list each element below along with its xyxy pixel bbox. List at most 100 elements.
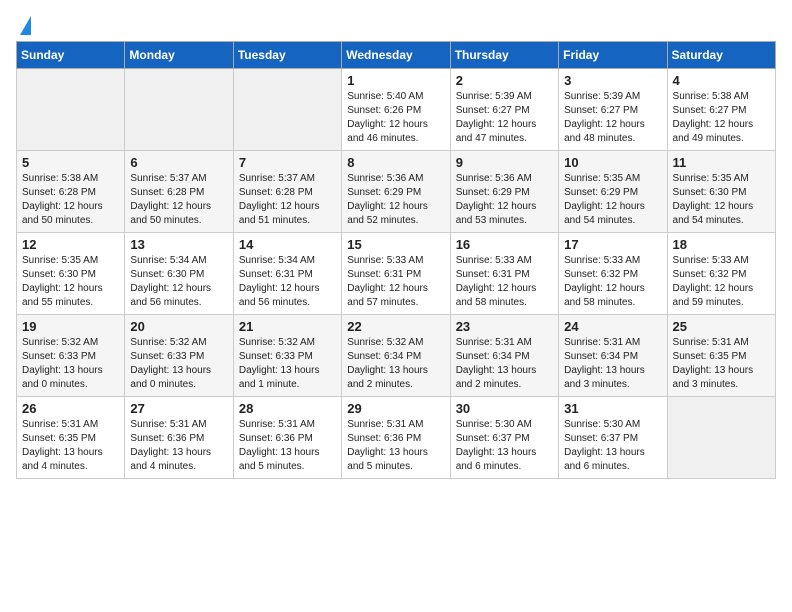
- day-info: Sunrise: 5:32 AM Sunset: 6:33 PM Dayligh…: [22, 336, 119, 392]
- day-info: Sunrise: 5:35 AM Sunset: 6:29 PM Dayligh…: [564, 172, 661, 228]
- calendar-week-row: 12Sunrise: 5:35 AM Sunset: 6:30 PM Dayli…: [17, 233, 776, 315]
- day-number: 5: [22, 155, 119, 170]
- day-number: 26: [22, 401, 119, 416]
- day-info: Sunrise: 5:32 AM Sunset: 6:33 PM Dayligh…: [130, 336, 227, 392]
- day-info: Sunrise: 5:31 AM Sunset: 6:34 PM Dayligh…: [564, 336, 661, 392]
- day-number: 16: [456, 237, 553, 252]
- calendar-cell: 26Sunrise: 5:31 AM Sunset: 6:35 PM Dayli…: [17, 397, 125, 479]
- calendar-cell: 22 Sunrise: 5:32 AM Sunset: 6:34 PM Dayli…: [342, 315, 450, 397]
- day-number: 31: [564, 401, 661, 416]
- calendar-cell: 3 Sunrise: 5:39 AM Sunset: 6:27 PM Daylig…: [559, 69, 667, 151]
- day-info: Sunrise: 5:31 AM Sunset: 6:36 PM Dayligh…: [347, 418, 444, 474]
- day-number: 1: [347, 73, 444, 88]
- calendar-cell: [17, 69, 125, 151]
- calendar-cell: 19 Sunrise: 5:32 AM Sunset: 6:33 PM Dayli…: [17, 315, 125, 397]
- calendar-cell: 9Sunrise: 5:36 AM Sunset: 6:29 PM Daylig…: [450, 151, 558, 233]
- calendar-cell: 30 Sunrise: 5:30 AM Sunset: 6:37 PM Dayli…: [450, 397, 558, 479]
- page-header: [16, 16, 776, 31]
- day-number: 13: [130, 237, 227, 252]
- day-number: 17: [564, 237, 661, 252]
- day-number: 21: [239, 319, 336, 334]
- day-number: 20: [130, 319, 227, 334]
- calendar-cell: 13 Sunrise: 5:34 AM Sunset: 6:30 PM Dayli…: [125, 233, 233, 315]
- calendar-cell: 20 Sunrise: 5:32 AM Sunset: 6:33 PM Dayli…: [125, 315, 233, 397]
- day-number: 3: [564, 73, 661, 88]
- calendar-cell: 5Sunrise: 5:38 AM Sunset: 6:28 PM Daylig…: [17, 151, 125, 233]
- day-header-thursday: Thursday: [450, 42, 558, 69]
- day-number: 25: [673, 319, 770, 334]
- day-info: Sunrise: 5:39 AM Sunset: 6:27 PM Dayligh…: [564, 90, 661, 146]
- day-info: Sunrise: 5:33 AM Sunset: 6:32 PM Dayligh…: [673, 254, 770, 310]
- day-info: Sunrise: 5:39 AM Sunset: 6:27 PM Dayligh…: [456, 90, 553, 146]
- calendar-week-row: 5Sunrise: 5:38 AM Sunset: 6:28 PM Daylig…: [17, 151, 776, 233]
- day-number: 7: [239, 155, 336, 170]
- header-row: SundayMondayTuesdayWednesdayThursdayFrid…: [17, 42, 776, 69]
- day-info: Sunrise: 5:40 AM Sunset: 6:26 PM Dayligh…: [347, 90, 444, 146]
- day-info: Sunrise: 5:35 AM Sunset: 6:30 PM Dayligh…: [673, 172, 770, 228]
- calendar-cell: 6Sunrise: 5:37 AM Sunset: 6:28 PM Daylig…: [125, 151, 233, 233]
- day-info: Sunrise: 5:32 AM Sunset: 6:34 PM Dayligh…: [347, 336, 444, 392]
- calendar-week-row: 26Sunrise: 5:31 AM Sunset: 6:35 PM Dayli…: [17, 397, 776, 479]
- day-header-saturday: Saturday: [667, 42, 775, 69]
- day-header-sunday: Sunday: [17, 42, 125, 69]
- calendar-cell: 24Sunrise: 5:31 AM Sunset: 6:34 PM Dayli…: [559, 315, 667, 397]
- calendar-week-row: 1 Sunrise: 5:40 AM Sunset: 6:26 PM Daylig…: [17, 69, 776, 151]
- day-number: 6: [130, 155, 227, 170]
- calendar-cell: 14 Sunrise: 5:34 AM Sunset: 6:31 PM Dayli…: [233, 233, 341, 315]
- calendar-cell: 18 Sunrise: 5:33 AM Sunset: 6:32 PM Dayli…: [667, 233, 775, 315]
- calendar-cell: [125, 69, 233, 151]
- day-number: 19: [22, 319, 119, 334]
- day-info: Sunrise: 5:34 AM Sunset: 6:31 PM Dayligh…: [239, 254, 336, 310]
- day-number: 12: [22, 237, 119, 252]
- day-info: Sunrise: 5:37 AM Sunset: 6:28 PM Dayligh…: [239, 172, 336, 228]
- day-info: Sunrise: 5:31 AM Sunset: 6:34 PM Dayligh…: [456, 336, 553, 392]
- calendar-cell: 31 Sunrise: 5:30 AM Sunset: 6:37 PM Dayli…: [559, 397, 667, 479]
- calendar-cell: 27Sunrise: 5:31 AM Sunset: 6:36 PM Dayli…: [125, 397, 233, 479]
- calendar-cell: 11 Sunrise: 5:35 AM Sunset: 6:30 PM Dayli…: [667, 151, 775, 233]
- day-number: 30: [456, 401, 553, 416]
- day-info: Sunrise: 5:36 AM Sunset: 6:29 PM Dayligh…: [347, 172, 444, 228]
- day-number: 8: [347, 155, 444, 170]
- day-info: Sunrise: 5:31 AM Sunset: 6:35 PM Dayligh…: [673, 336, 770, 392]
- day-number: 4: [673, 73, 770, 88]
- calendar-cell: 15 Sunrise: 5:33 AM Sunset: 6:31 PM Dayli…: [342, 233, 450, 315]
- day-number: 11: [673, 155, 770, 170]
- calendar-week-row: 19 Sunrise: 5:32 AM Sunset: 6:33 PM Dayli…: [17, 315, 776, 397]
- calendar-cell: 16Sunrise: 5:33 AM Sunset: 6:31 PM Dayli…: [450, 233, 558, 315]
- day-number: 2: [456, 73, 553, 88]
- day-header-friday: Friday: [559, 42, 667, 69]
- day-info: Sunrise: 5:31 AM Sunset: 6:36 PM Dayligh…: [130, 418, 227, 474]
- day-number: 10: [564, 155, 661, 170]
- day-info: Sunrise: 5:33 AM Sunset: 6:31 PM Dayligh…: [347, 254, 444, 310]
- day-header-tuesday: Tuesday: [233, 42, 341, 69]
- day-number: 23: [456, 319, 553, 334]
- calendar-cell: 4 Sunrise: 5:38 AM Sunset: 6:27 PM Daylig…: [667, 69, 775, 151]
- day-info: Sunrise: 5:31 AM Sunset: 6:36 PM Dayligh…: [239, 418, 336, 474]
- day-info: Sunrise: 5:34 AM Sunset: 6:30 PM Dayligh…: [130, 254, 227, 310]
- calendar-cell: 1 Sunrise: 5:40 AM Sunset: 6:26 PM Daylig…: [342, 69, 450, 151]
- logo-triangle-icon: [20, 16, 31, 35]
- day-info: Sunrise: 5:33 AM Sunset: 6:32 PM Dayligh…: [564, 254, 661, 310]
- day-number: 28: [239, 401, 336, 416]
- calendar-cell: 2 Sunrise: 5:39 AM Sunset: 6:27 PM Daylig…: [450, 69, 558, 151]
- day-number: 29: [347, 401, 444, 416]
- day-header-monday: Monday: [125, 42, 233, 69]
- calendar-table: SundayMondayTuesdayWednesdayThursdayFrid…: [16, 41, 776, 479]
- calendar-cell: [233, 69, 341, 151]
- day-info: Sunrise: 5:38 AM Sunset: 6:27 PM Dayligh…: [673, 90, 770, 146]
- day-number: 9: [456, 155, 553, 170]
- calendar-cell: 8 Sunrise: 5:36 AM Sunset: 6:29 PM Daylig…: [342, 151, 450, 233]
- day-number: 18: [673, 237, 770, 252]
- calendar-cell: 12Sunrise: 5:35 AM Sunset: 6:30 PM Dayli…: [17, 233, 125, 315]
- day-info: Sunrise: 5:30 AM Sunset: 6:37 PM Dayligh…: [456, 418, 553, 474]
- day-number: 14: [239, 237, 336, 252]
- calendar-cell: 23 Sunrise: 5:31 AM Sunset: 6:34 PM Dayli…: [450, 315, 558, 397]
- logo: [16, 16, 31, 31]
- day-number: 22: [347, 319, 444, 334]
- day-number: 15: [347, 237, 444, 252]
- calendar-cell: 29 Sunrise: 5:31 AM Sunset: 6:36 PM Dayli…: [342, 397, 450, 479]
- calendar-cell: 28 Sunrise: 5:31 AM Sunset: 6:36 PM Dayli…: [233, 397, 341, 479]
- calendar-cell: 10 Sunrise: 5:35 AM Sunset: 6:29 PM Dayli…: [559, 151, 667, 233]
- day-info: Sunrise: 5:30 AM Sunset: 6:37 PM Dayligh…: [564, 418, 661, 474]
- day-info: Sunrise: 5:32 AM Sunset: 6:33 PM Dayligh…: [239, 336, 336, 392]
